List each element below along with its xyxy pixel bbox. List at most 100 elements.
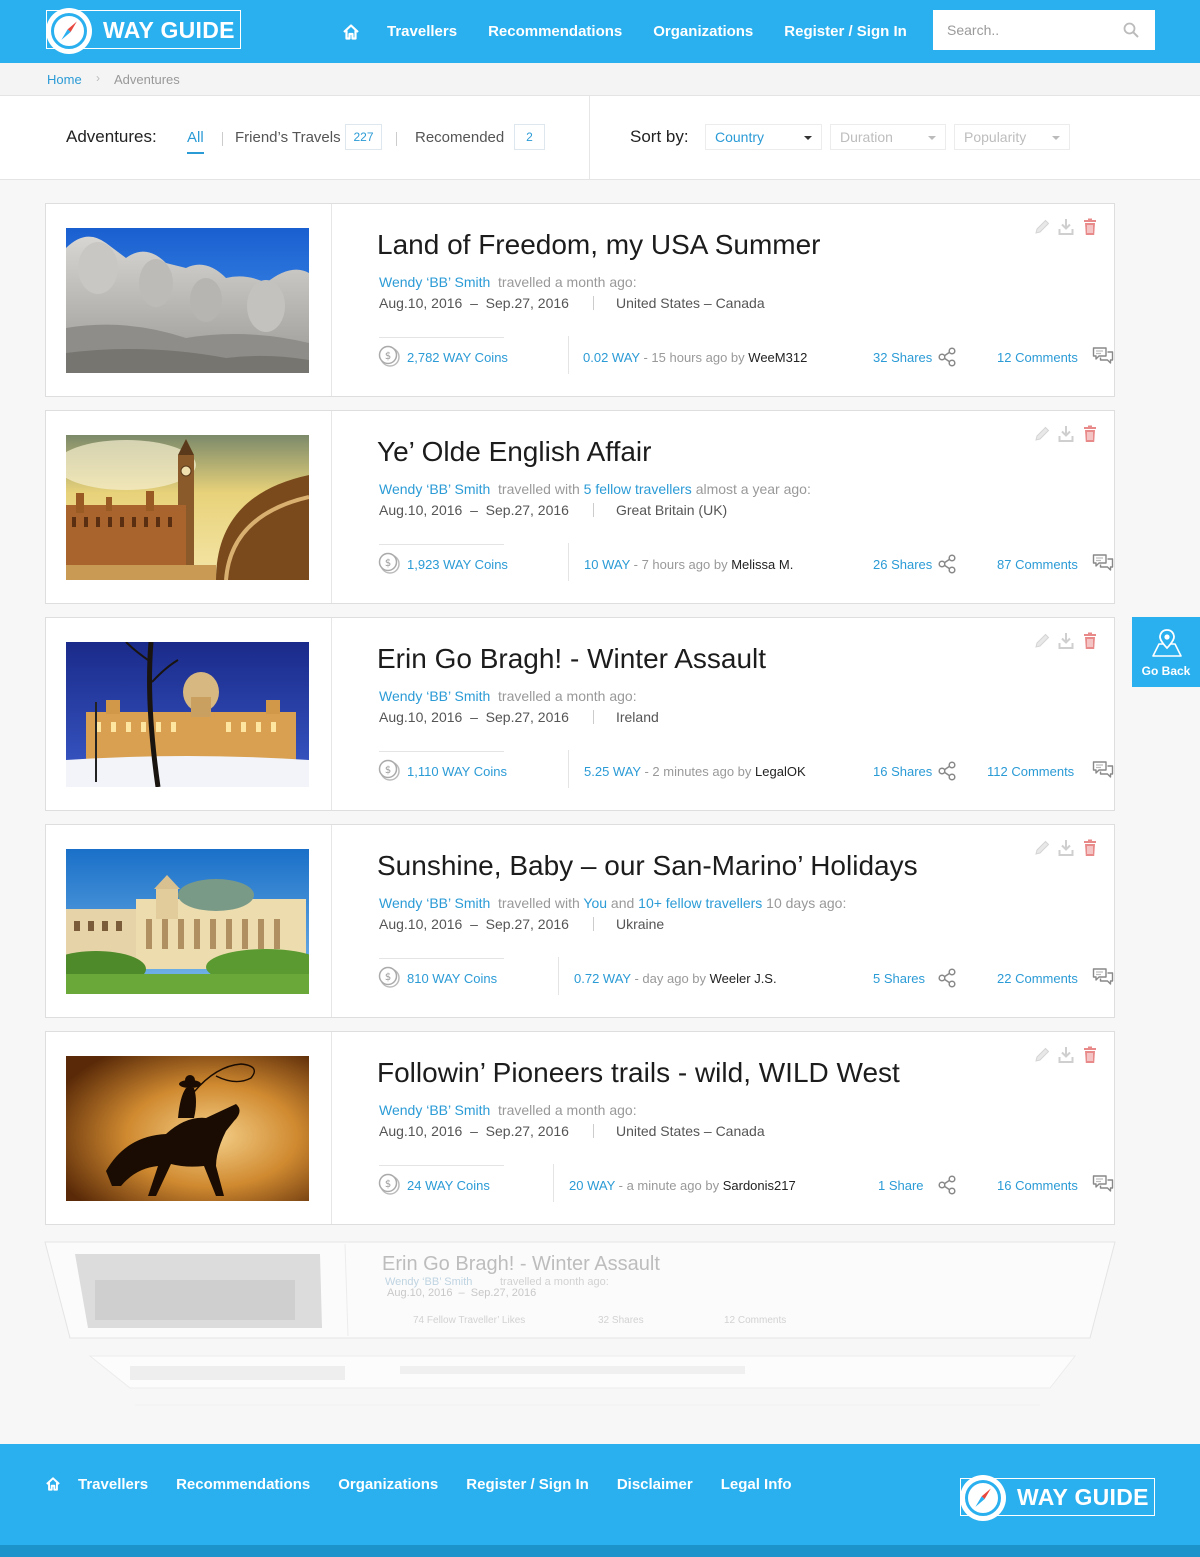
adventure-card[interactable]: Land of Freedom, my USA Summer Wendy ‘BB… [45, 203, 1115, 397]
tipper-link[interactable]: WeeM312 [748, 350, 807, 365]
tipper-link[interactable]: Sardonis217 [723, 1178, 796, 1193]
share-icon[interactable] [938, 761, 956, 781]
search-box [933, 10, 1155, 50]
download-icon[interactable] [1058, 632, 1074, 650]
nav-travellers[interactable]: Travellers [387, 23, 457, 40]
search-icon[interactable] [1123, 22, 1139, 38]
card-tools [1034, 1046, 1098, 1066]
adventure-image-big-ben[interactable] [66, 435, 309, 580]
tipper-link[interactable]: LegalOK [755, 764, 806, 779]
way-coins[interactable]: 24 WAY Coins [407, 1178, 490, 1194]
download-icon[interactable] [1058, 1046, 1074, 1064]
adventure-card[interactable]: Sunshine, Baby – our San-Marino’ Holiday… [45, 824, 1115, 1018]
shares-count[interactable]: 32 Shares [873, 350, 932, 366]
adventure-title[interactable]: Followin’ Pioneers trails - wild, WILD W… [377, 1057, 900, 1089]
adventure-title[interactable]: Ye’ Olde English Affair [377, 436, 651, 468]
comments-count[interactable]: 16 Comments [997, 1178, 1078, 1194]
author-link[interactable]: Wendy ‘BB’ Smith [379, 688, 490, 704]
tipper-link[interactable]: Weeler J.S. [710, 971, 777, 986]
adventure-image-belfast-winter[interactable] [66, 642, 309, 787]
adventure-title[interactable]: Sunshine, Baby – our San-Marino’ Holiday… [377, 850, 918, 882]
way-coins[interactable]: 1,923 WAY Coins [407, 557, 508, 573]
logo[interactable]: WAY GUIDE [46, 8, 241, 54]
download-icon[interactable] [1058, 839, 1074, 857]
download-icon[interactable] [1058, 218, 1074, 236]
share-icon[interactable] [938, 1175, 956, 1195]
nav-recommendations[interactable]: Recommendations [488, 23, 622, 40]
author-link[interactable]: Wendy ‘BB’ Smith [379, 481, 490, 497]
comment-icon[interactable] [1092, 1174, 1114, 1194]
tab-all[interactable]: All [187, 129, 204, 154]
delete-icon[interactable] [1082, 425, 1098, 443]
edit-icon[interactable] [1034, 425, 1050, 443]
tab-recommended[interactable]: Recomended [415, 129, 504, 146]
way-coins[interactable]: 810 WAY Coins [407, 971, 497, 987]
adventure-card[interactable]: Followin’ Pioneers trails - wild, WILD W… [45, 1031, 1115, 1225]
home-icon[interactable] [46, 1477, 60, 1491]
adventure-card[interactable]: Ye’ Olde English Affair Wendy ‘BB’ Smith… [45, 410, 1115, 604]
edit-icon[interactable] [1034, 1046, 1050, 1064]
footer-nav-recommendations[interactable]: Recommendations [176, 1476, 310, 1493]
you-link[interactable]: You [583, 895, 607, 911]
edit-icon[interactable] [1034, 839, 1050, 857]
footer-nav-travellers[interactable]: Travellers [78, 1476, 148, 1493]
comments-count[interactable]: 87 Comments [997, 557, 1078, 573]
stats-divider [568, 543, 569, 581]
sort-label: Sort by: [630, 127, 689, 146]
comment-icon[interactable] [1092, 760, 1114, 780]
footer-nav-legal-info[interactable]: Legal Info [721, 1476, 792, 1493]
delete-icon[interactable] [1082, 632, 1098, 650]
share-icon[interactable] [938, 554, 956, 574]
nav-organizations[interactable]: Organizations [653, 23, 753, 40]
fellow-travellers-link[interactable]: 5 fellow travellers [584, 481, 692, 497]
author-link[interactable]: Wendy ‘BB’ Smith [379, 274, 490, 290]
way-coins[interactable]: 1,110 WAY Coins [407, 764, 507, 780]
shares-count[interactable]: 5 Shares [873, 971, 925, 987]
footer-nav-organizations[interactable]: Organizations [338, 1476, 438, 1493]
comments-count[interactable]: 12 Comments [997, 350, 1078, 366]
search-input[interactable] [933, 10, 1113, 50]
sort-popularity-select[interactable]: Popularity [954, 124, 1070, 150]
go-back-button[interactable]: Go Back [1132, 617, 1200, 687]
comment-icon[interactable] [1092, 967, 1114, 987]
download-icon[interactable] [1058, 425, 1074, 443]
sort-duration-select[interactable]: Duration [830, 124, 946, 150]
way-coins[interactable]: 2,782 WAY Coins [407, 350, 508, 366]
edit-icon[interactable] [1034, 632, 1050, 650]
edit-icon[interactable] [1034, 218, 1050, 236]
shares-count[interactable]: 16 Shares [873, 764, 932, 780]
tab-friends-travels[interactable]: Friend’s Travels [235, 129, 341, 146]
breadcrumb-home[interactable]: Home [47, 72, 82, 87]
location: Ukraine [615, 916, 665, 932]
footer-nav-register-sign-in[interactable]: Register / Sign In [466, 1476, 589, 1493]
author-link[interactable]: Wendy ‘BB’ Smith [379, 1102, 490, 1118]
delete-icon[interactable] [1082, 1046, 1098, 1064]
home-icon[interactable] [343, 23, 359, 40]
fellow-travellers-link[interactable]: 10+ fellow travellers [638, 895, 762, 911]
shares-count[interactable]: 1 Share [878, 1178, 924, 1194]
share-icon[interactable] [938, 347, 956, 367]
comments-count[interactable]: 112 Comments [987, 764, 1074, 780]
adventure-title[interactable]: Land of Freedom, my USA Summer [377, 229, 821, 261]
adventure-image-opera-house[interactable] [66, 849, 309, 994]
adventure-image-cowboy[interactable] [66, 1056, 309, 1201]
adventure-image-mount-rushmore[interactable] [66, 228, 309, 373]
nav-register-sign-in[interactable]: Register / Sign In [784, 23, 907, 40]
comment-icon[interactable] [1092, 553, 1114, 573]
adventure-card[interactable]: Erin Go Bragh! - Winter Assault Wendy ‘B… [45, 617, 1115, 811]
comment-icon[interactable] [1092, 346, 1114, 366]
adventure-dates: Aug.10, 2016 – Sep.27, 2016 Ukraine [379, 916, 665, 932]
sort-country-select[interactable]: Country [705, 124, 822, 150]
footer-nav-disclaimer[interactable]: Disclaimer [617, 1476, 693, 1493]
adventure-title[interactable]: Erin Go Bragh! - Winter Assault [377, 643, 766, 675]
footer-logo[interactable]: WAY GUIDE [960, 1475, 1155, 1521]
delete-icon[interactable] [1082, 218, 1098, 236]
tipper-link[interactable]: Melissa M. [731, 557, 793, 572]
comments-count[interactable]: 22 Comments [997, 971, 1078, 987]
delete-icon[interactable] [1082, 839, 1098, 857]
share-icon[interactable] [938, 968, 956, 988]
shares-count[interactable]: 26 Shares [873, 557, 932, 573]
adventure-dates: Aug.10, 2016 – Sep.27, 2016 United States… [379, 295, 765, 311]
author-link[interactable]: Wendy ‘BB’ Smith [379, 895, 490, 911]
stats-divider [553, 1164, 554, 1202]
